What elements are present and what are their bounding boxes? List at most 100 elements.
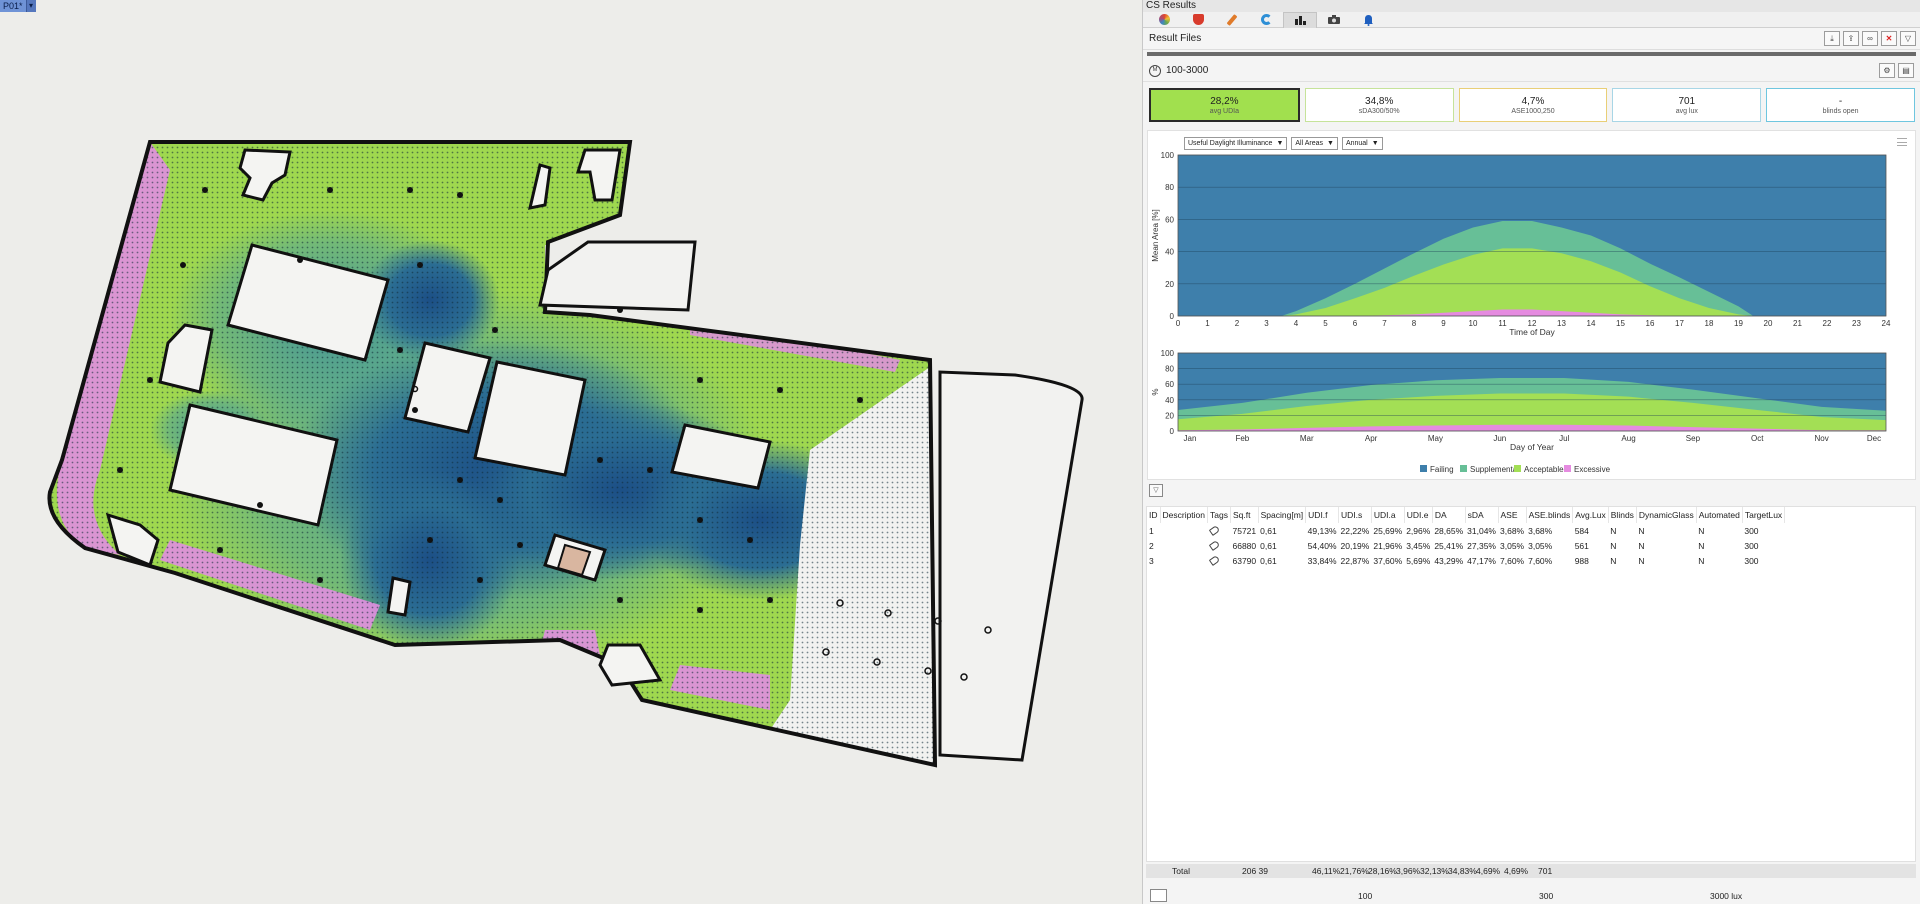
column-header[interactable]: UDI.a <box>1371 507 1405 523</box>
column-header[interactable]: ASE.blinds <box>1526 507 1574 523</box>
y-tick-label: 0 <box>1170 312 1175 321</box>
x-tick-label: Oct <box>1751 434 1764 443</box>
metric-ase[interactable]: 4,7% ASE1000,250 <box>1458 88 1608 122</box>
column-header[interactable]: Spacing[m] <box>1258 507 1307 523</box>
scale-high: 3000 lux <box>1710 891 1743 901</box>
viewport-tab-label[interactable]: P01* <box>0 0 26 12</box>
metric-label: sDA300/50% <box>1358 107 1400 115</box>
table-cell: N <box>1698 540 1705 551</box>
total-avg-lux: 701 <box>1538 866 1553 876</box>
tab-shield[interactable] <box>1181 12 1215 28</box>
bell-icon <box>1363 14 1373 26</box>
tab-results[interactable] <box>1283 11 1317 28</box>
table-row[interactable]: 1 75721 0,61 49,13% 22,22% 25,69% 2,96% 28,65% 3… <box>1147 523 1785 538</box>
column-header[interactable]: Description <box>1160 507 1209 523</box>
table-cell: 63790 <box>1232 555 1257 566</box>
tag-icon[interactable] <box>1208 554 1220 566</box>
x-tick-label: 18 <box>1705 319 1714 328</box>
total-sqft: 206 39 <box>1242 866 1268 876</box>
table-cell: 25,41% <box>1434 540 1464 551</box>
tab-color[interactable] <box>1147 12 1181 28</box>
settings-icon[interactable]: ⚙ <box>1879 63 1895 78</box>
metric-sda[interactable]: 34,8% sDA300/50% <box>1304 88 1454 122</box>
y-tick-label: 80 <box>1165 365 1174 374</box>
download-icon[interactable]: ⤓ <box>1824 31 1840 46</box>
table-cell: 3,45% <box>1406 540 1431 551</box>
metric-blinds-open[interactable]: - blinds open <box>1766 88 1915 122</box>
table-cell: 584 <box>1574 525 1589 536</box>
close-icon[interactable]: ✕ <box>1881 31 1897 46</box>
viewport-tab[interactable]: P01* ▾ <box>0 0 36 12</box>
x-tick-label: May <box>1428 434 1443 443</box>
x-tick-label: 19 <box>1734 319 1743 328</box>
export-icon[interactable]: ⇪ <box>1843 31 1859 46</box>
chevron-down-icon[interactable]: ▾ <box>25 0 36 12</box>
link-icon[interactable]: ∞ <box>1862 31 1878 46</box>
column-header[interactable]: DynamicGlass <box>1636 507 1697 523</box>
x-tick-label: Mar <box>1300 434 1314 443</box>
table-cell: 33,84% <box>1307 555 1337 566</box>
floor-plan-heatmap <box>47 140 1084 768</box>
column-header[interactable]: UDI.e <box>1404 507 1433 523</box>
x-tick-label: 4 <box>1294 319 1299 328</box>
tab-bell[interactable] <box>1351 12 1385 28</box>
column-header[interactable]: Automated <box>1696 507 1743 523</box>
y-tick-label: 0 <box>1170 427 1175 436</box>
column-header[interactable]: ASE <box>1498 507 1527 523</box>
table-cell: 2,96% <box>1406 525 1431 536</box>
x-tick-label: 21 <box>1793 319 1802 328</box>
column-header[interactable]: ID <box>1147 507 1161 523</box>
tab-camera[interactable] <box>1317 12 1351 28</box>
table-row[interactable]: 2 66880 0,61 54,40% 20,19% 21,96% 3,45% 25,41% 2… <box>1147 538 1785 553</box>
metric-avg-lux[interactable]: 701 avg lux <box>1612 88 1762 122</box>
table-cell: 3 <box>1149 555 1154 566</box>
result-file-row[interactable]: M 100-3000 ⚙ ▤ <box>1143 60 1920 82</box>
document-icon[interactable]: ▤ <box>1898 63 1914 78</box>
x-axis-label: Time of Day <box>1509 327 1555 337</box>
metric-value: 34,8% <box>1365 95 1394 107</box>
tag-icon[interactable] <box>1208 524 1220 536</box>
tab-pencil[interactable] <box>1215 12 1249 28</box>
column-header[interactable]: Avg.Lux <box>1572 507 1609 523</box>
filter-icon[interactable]: ▽ <box>1149 484 1163 497</box>
column-header[interactable]: UDI.f <box>1305 507 1340 523</box>
column-header[interactable]: Sq.ft <box>1230 507 1259 523</box>
panel-tab-bar <box>1143 11 1920 28</box>
result-file-icon: M <box>1149 64 1161 77</box>
tag-icon[interactable] <box>1208 539 1220 551</box>
model-viewport[interactable]: P01* ▾ <box>0 0 1142 904</box>
splitter[interactable] <box>1147 52 1916 56</box>
metric-value: 4,7% <box>1521 95 1545 107</box>
x-tick-label: Aug <box>1621 434 1635 443</box>
column-header[interactable]: UDI.s <box>1338 507 1372 523</box>
total-udis: 21,76% <box>1340 866 1369 876</box>
total-da: 32,13% <box>1420 866 1449 876</box>
scale-toggle[interactable] <box>1150 889 1167 902</box>
g-logo-icon <box>1260 14 1272 25</box>
x-tick-label: 17 <box>1675 319 1684 328</box>
metric-value: - <box>1838 95 1843 107</box>
x-tick-label: 2 <box>1235 319 1240 328</box>
table-cell: 21,96% <box>1373 540 1403 551</box>
table-cell: 3,05% <box>1500 540 1525 551</box>
table-cell: 300 <box>1744 555 1759 566</box>
column-header[interactable]: TargetLux <box>1742 507 1786 523</box>
y-tick-label: 60 <box>1165 215 1174 224</box>
metric-value: 701 <box>1678 95 1696 107</box>
filter-icon[interactable]: ▽ <box>1900 31 1916 46</box>
y-tick-label: 60 <box>1165 380 1174 389</box>
column-header[interactable]: DA <box>1432 507 1466 523</box>
scale-mid: 300 <box>1539 891 1554 901</box>
tab-g[interactable] <box>1249 12 1283 28</box>
x-tick-label: 16 <box>1646 319 1655 328</box>
column-header[interactable]: Tags <box>1207 507 1231 523</box>
table-cell: 66880 <box>1232 540 1257 551</box>
column-header[interactable]: Blinds <box>1608 507 1637 523</box>
x-tick-label: 9 <box>1441 319 1446 328</box>
result-file-name[interactable]: 100-3000 <box>1166 65 1208 76</box>
metric-avg-udia[interactable]: 28,2% avg UDIa <box>1149 88 1300 122</box>
table-row[interactable]: 3 63790 0,61 33,84% 22,87% 37,60% 5,69% 43,29% 4… <box>1147 553 1785 568</box>
x-tick-label: Jul <box>1559 434 1569 443</box>
legend-swatch <box>1420 465 1427 472</box>
column-header[interactable]: sDA <box>1465 507 1499 523</box>
